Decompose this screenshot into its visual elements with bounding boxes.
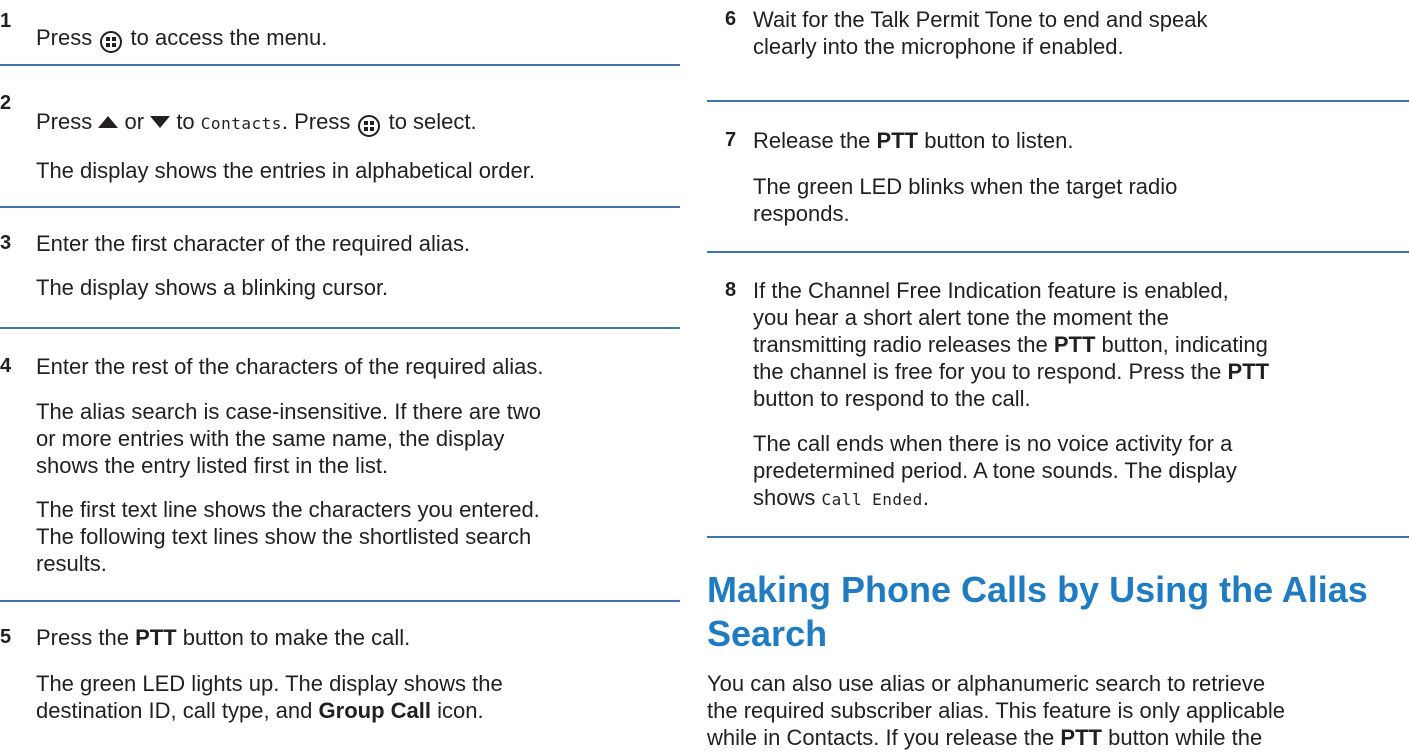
step-number: 3 — [0, 232, 12, 254]
display-text: Call Ended — [821, 490, 923, 509]
step-8-result-line: shows Call Ended. — [753, 485, 929, 510]
step-divider — [707, 100, 1409, 102]
step-divider — [0, 64, 680, 66]
step-8-line: If the Channel Free Indication feature i… — [753, 278, 1229, 303]
section-paragraph-line: You can also use alias or alphanumeric s… — [707, 671, 1266, 696]
step-number: 2 — [0, 92, 12, 114]
step-8-line: the channel is free for you to respond. … — [753, 359, 1270, 384]
step-2-result: The display shows the entries in alphabe… — [36, 158, 535, 183]
step-4-result-line: shows the entry listed first in the list… — [36, 453, 389, 478]
step-2-instruction: Press or to Contacts. Press to select. — [36, 108, 477, 137]
menu-item-name: Contacts — [200, 114, 282, 133]
step-8-result-line: The call ends when there is no voice act… — [753, 431, 1233, 456]
step-4-result-line: The following text lines show the shortl… — [36, 524, 532, 549]
step-number: 1 — [0, 10, 12, 32]
step-5-result-line: The green LED lights up. The display sho… — [36, 671, 503, 696]
step-4-result-line: or more entries with the same name, the … — [36, 426, 505, 451]
step-4-result-line: results. — [36, 551, 107, 576]
step-number: 7 — [725, 129, 737, 151]
step-5-instruction: Press the PTT button to make the call. — [36, 625, 411, 650]
step-5-result-line: destination ID, call type, and Group Cal… — [36, 698, 484, 723]
step-number: 8 — [725, 279, 737, 301]
step-8-line: button to respond to the call. — [753, 386, 1031, 411]
step-4-instruction: Enter the rest of the characters of the … — [36, 354, 544, 379]
step-4-result-line: The alias search is case-insensitive. If… — [36, 399, 542, 424]
step-1-instruction: Press to access the menu. — [36, 24, 327, 53]
step-divider — [0, 327, 680, 329]
menu-ok-icon — [100, 31, 123, 53]
step-8-line: you hear a short alert tone the moment t… — [753, 305, 1169, 330]
step-number: 6 — [725, 8, 737, 30]
down-arrow-icon — [150, 109, 171, 134]
step-7-result-line: The green LED blinks when the target rad… — [753, 174, 1178, 199]
step-6-line: clearly into the microphone if enabled. — [753, 34, 1124, 59]
step-6-line: Wait for the Talk Permit Tone to end and… — [753, 7, 1208, 32]
step-7-instruction: Release the PTT button to listen. — [753, 128, 1074, 153]
section-paragraph-line: while in Contacts. If you release the PT… — [707, 725, 1263, 750]
step-7-result-line: responds. — [753, 201, 850, 226]
menu-ok-icon — [358, 115, 381, 137]
step-4-result-line: The first text line shows the characters… — [36, 497, 540, 522]
step-divider — [707, 251, 1409, 253]
step-number: 4 — [0, 355, 12, 377]
section-paragraph-line: the required subscriber alias. This feat… — [707, 698, 1286, 723]
section-heading: Making Phone Calls by Using the Alias — [707, 569, 1368, 610]
step-3-result: The display shows a blinking cursor. — [36, 275, 389, 300]
step-8-result-line: predetermined period. A tone sounds. The… — [753, 458, 1237, 483]
step-divider — [0, 206, 680, 208]
step-8-line: transmitting radio releases the PTT butt… — [753, 332, 1268, 357]
step-number: 5 — [0, 626, 12, 648]
step-divider — [0, 600, 680, 602]
step-divider — [707, 536, 1409, 538]
section-heading: Search — [707, 613, 828, 654]
up-arrow-icon — [98, 109, 119, 134]
step-3-instruction: Enter the first character of the require… — [36, 231, 471, 256]
